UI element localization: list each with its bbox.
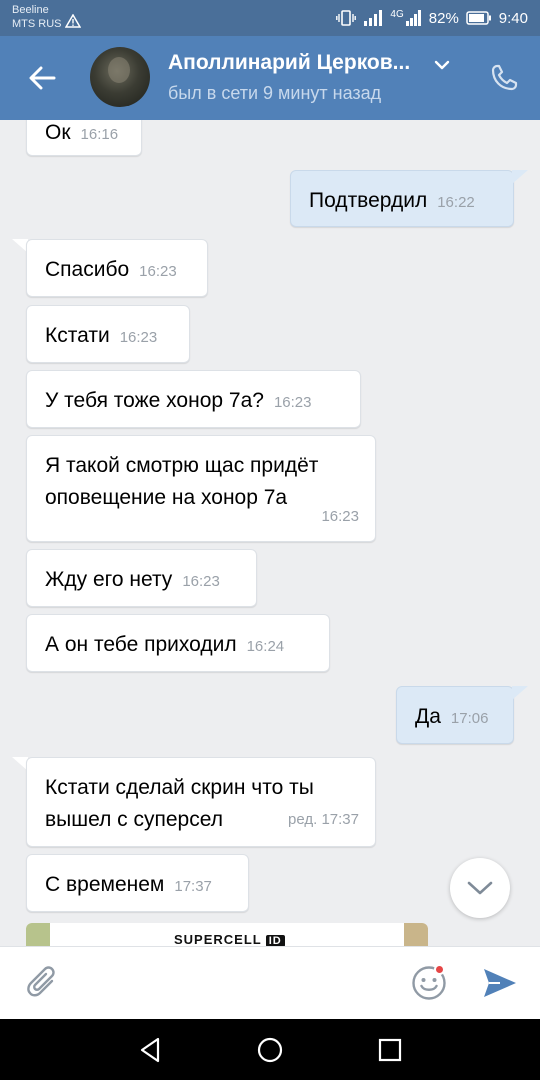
message-time: 17:37 [174,878,212,895]
attachment-logo-badge: ID [265,935,285,946]
avatar[interactable] [90,47,150,107]
chevron-down-icon[interactable] [432,55,452,75]
last-seen-status: был в сети 9 минут назад [168,83,382,103]
attachment-logo-text: SUPERCELL [174,932,262,946]
send-icon[interactable] [482,965,518,1001]
message-time: 16:23 [182,573,220,590]
nav-back-icon[interactable] [136,1035,166,1065]
message-in[interactable]: Жду его нету 16:23 [26,549,257,607]
clock: 9:40 [498,9,528,27]
message-time: 17:06 [450,710,489,727]
system-nav-bar [0,1019,540,1080]
message-time: 16:16 [80,126,119,143]
status-bar: Beeline MTS RUS 4G 82% 9:40 [0,0,540,36]
message-time: 16:23 [273,394,312,411]
message-in[interactable]: У тебя тоже хонор 7а? 16:23 [26,370,361,428]
message-out[interactable]: Подтвердил 16:22 [290,170,514,227]
bubble-tail [512,170,528,184]
scroll-down-icon [467,881,493,895]
carrier-2: MTS RUS [12,18,62,30]
message-text: Спасибо [45,258,130,281]
battery-percent: 82% [428,9,459,27]
attachment-image-edge [404,923,428,946]
signal-2-icon [405,10,421,26]
message-text: С временем [45,873,165,896]
message-in[interactable]: Ок 16:16 [26,120,142,156]
chat-header: Аполлинарий Церков... был в сети 9 минут… [0,36,540,120]
back-arrow-icon [29,66,56,90]
message-out[interactable]: Да 17:06 [396,686,514,744]
battery-icon [466,11,491,25]
message-in[interactable]: Кстати сделай скрин что ты вышел с супер… [26,757,376,847]
message-text: А он тебе приходил [45,633,237,656]
back-button[interactable] [22,58,62,98]
message-text: Ок [45,121,71,144]
network-type: 4G [390,8,404,20]
message-in[interactable]: А он тебе приходил 16:24 [26,614,330,672]
message-text: Да [415,705,441,728]
image-attachment[interactable]: SUPERCELL ID [26,923,428,946]
vibrate-icon [336,10,357,26]
message-time: 16:23 [119,329,158,346]
carrier-1: Beeline [12,4,49,16]
signal-icon [364,10,383,26]
message-text: У тебя тоже хонор 7а? [45,389,264,412]
contact-name[interactable]: Аполлинарий Церков... [168,51,426,75]
attachment-logo: SUPERCELL ID [174,932,285,946]
message-list[interactable]: Ок 16:16 Подтвердил 16:22 Спасибо 16:23 Кст… [0,120,540,946]
message-input-bar [0,946,540,1019]
attachment-image-edge [26,923,50,946]
message-text: Кстати [45,324,110,347]
message-in[interactable]: Спасибо 16:23 [26,239,208,297]
message-text: Подтвердил [309,189,428,212]
message-text: Жду его нету [45,568,173,591]
message-input[interactable] [78,961,388,1005]
carrier-labels: Beeline MTS RUS [12,3,62,31]
notification-dot [434,964,445,975]
phone-icon[interactable] [488,62,520,94]
status-right: 4G 82% 9:40 [336,8,528,28]
message-in[interactable]: С временем 17:37 [26,854,249,912]
message-time: 16:23 [139,263,177,280]
message-in[interactable]: Я такой смотрю щас придёт оповещение на … [26,435,376,542]
message-time: 16:24 [246,638,285,655]
scroll-down-button[interactable] [450,858,510,918]
message-time: ред. 17:37 [288,811,359,828]
message-in[interactable]: Кстати 16:23 [26,305,190,363]
nav-home-icon[interactable] [255,1035,285,1065]
message-text: Я такой смотрю щас придёт оповещение на … [45,454,319,509]
warning-icon [65,14,81,28]
bubble-tail [512,686,528,700]
message-time: 16:22 [437,194,475,211]
paperclip-icon[interactable] [26,965,60,1003]
nav-recent-icon[interactable] [375,1035,405,1065]
message-time: 16:23 [321,508,359,525]
